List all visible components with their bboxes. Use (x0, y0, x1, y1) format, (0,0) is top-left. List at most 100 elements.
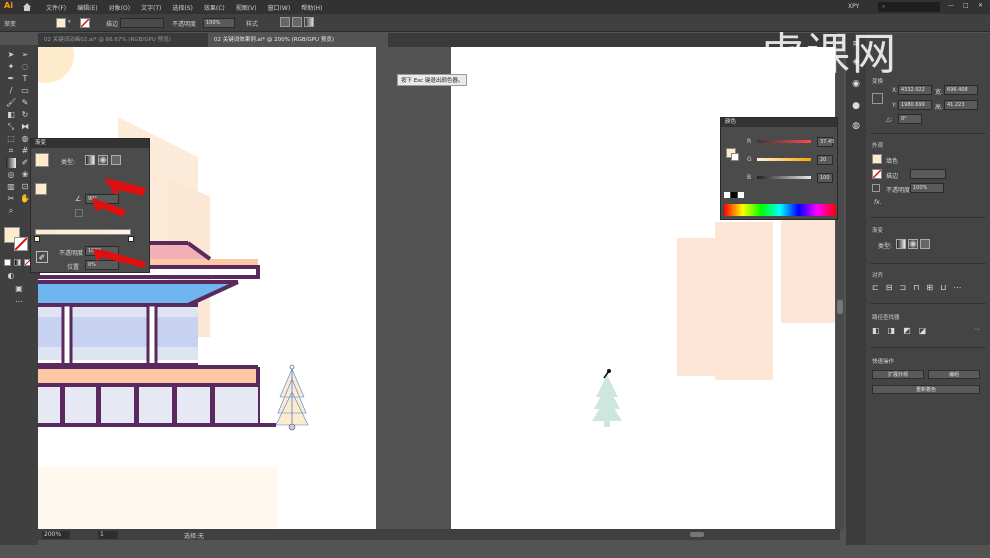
menu-view[interactable]: 视图(V) (236, 3, 257, 12)
selection-tool-icon[interactable]: ➤ (6, 50, 16, 60)
screen-mode-icon[interactable]: ▣ (14, 284, 24, 294)
align-left-icon[interactable]: ⊏ (872, 283, 879, 292)
height-field[interactable]: 41.223 (944, 100, 978, 110)
pathfinder-more-icon[interactable]: ⋯ (974, 326, 980, 333)
slice-tool-icon[interactable]: ✂ (6, 194, 16, 204)
color-guide-panel-icon[interactable]: ● (849, 99, 863, 113)
workspace-switcher[interactable]: XPY (848, 3, 859, 10)
gradient-mode-icon[interactable] (14, 259, 21, 266)
hand-tool-icon[interactable]: ✋ (20, 194, 30, 204)
intersect-icon[interactable]: ◩ (903, 326, 911, 335)
search-input[interactable]: ⌕ (878, 2, 940, 12)
freeform-gradient-button[interactable] (920, 239, 930, 249)
pen-tool-icon[interactable]: ✒ (6, 74, 16, 84)
width-tool-icon[interactable]: ⧓ (20, 122, 30, 132)
radial-gradient-button[interactable] (908, 239, 918, 249)
fill-stroke-swatch[interactable] (35, 183, 47, 195)
artboard-tool-icon[interactable]: ⊡ (20, 182, 30, 192)
minus-front-icon[interactable]: ◨ (888, 326, 896, 335)
gradient-angle-field[interactable]: 90° (85, 194, 119, 204)
chevron-down-icon[interactable]: ▾ (68, 19, 71, 25)
reference-point-icon[interactable] (872, 93, 883, 104)
white-color-swatch[interactable] (738, 192, 744, 198)
freeform-type-button[interactable] (111, 155, 121, 165)
b-value-field[interactable]: 100 (817, 173, 833, 183)
align-right-icon[interactable]: ⊐ (899, 283, 906, 292)
zoom-tool-icon[interactable]: ⌕ (6, 206, 16, 216)
x-field[interactable]: 4332.022 (898, 85, 932, 95)
color-spectrum[interactable] (724, 204, 836, 216)
align-center-h-icon[interactable]: ⊟ (886, 283, 893, 292)
menu-effect[interactable]: 效果(C) (204, 3, 225, 12)
fill-swatch[interactable] (56, 18, 66, 28)
linear-type-button[interactable] (85, 155, 95, 165)
gradient-stop-left[interactable] (34, 236, 40, 242)
r-value-field[interactable]: 37.45 (817, 137, 834, 147)
direct-selection-tool-icon[interactable]: ➢ (20, 50, 30, 60)
close-button[interactable]: ✕ (978, 2, 983, 9)
free-transform-icon[interactable]: ⬚ (6, 134, 16, 144)
appearance-panel-icon[interactable]: ◍ (849, 119, 863, 133)
menu-object[interactable]: 对象(O) (109, 3, 130, 12)
pencil-icon[interactable]: ✎ (20, 98, 30, 108)
gradient-icon[interactable] (304, 17, 314, 27)
color-stroke-swatch[interactable] (731, 153, 739, 161)
menu-file[interactable]: 文件(F) (46, 3, 66, 12)
more-tools-icon[interactable]: ⋯ (14, 297, 24, 307)
stroke-swatch[interactable] (80, 18, 90, 28)
radial-type-button[interactable] (98, 155, 108, 165)
eyedropper-icon[interactable]: ✐ (20, 158, 30, 168)
g-value-field[interactable]: 20 (817, 155, 833, 165)
stroke-color-box[interactable] (14, 237, 28, 251)
g-slider[interactable] (757, 158, 811, 161)
menu-help[interactable]: 帮助(H) (301, 3, 322, 12)
align-more-icon[interactable]: ⋯ (953, 283, 961, 292)
mesh-tool-icon[interactable]: # (20, 146, 30, 156)
gradient-stop-right[interactable] (128, 236, 134, 242)
tab-document-2[interactable]: 02 关键词效果例.ai* @ 200% (RGB/GPU 预览) (208, 33, 388, 47)
width-field[interactable]: 696.408 (944, 85, 978, 95)
menu-edit[interactable]: 编辑(E) (77, 3, 97, 12)
exclude-icon[interactable]: ◪ (919, 326, 927, 335)
stroke-weight-select[interactable] (910, 169, 946, 179)
tab-document-1[interactable]: 02 关键词动画02.ai* @ 66.67% (RGB/GPU 预览) (38, 33, 208, 47)
magic-wand-icon[interactable]: ✦ (6, 62, 16, 72)
gradient-slider-track[interactable] (35, 229, 131, 235)
eyedropper-icon[interactable]: ✐ (36, 251, 48, 263)
drawing-mode-icon[interactable]: ◐ (6, 271, 16, 281)
color-mode-icon[interactable] (4, 259, 11, 266)
black-color-swatch[interactable] (731, 192, 737, 198)
fx-button[interactable]: fx. (874, 199, 882, 206)
paintbrush-icon[interactable]: 🖌 (6, 98, 16, 108)
menu-select[interactable]: 选择(S) (172, 3, 193, 12)
appearance-fill-swatch[interactable] (872, 154, 882, 164)
expand-appearance-button[interactable]: 扩展外观 (872, 370, 924, 379)
y-field[interactable]: 1980.699 (898, 100, 932, 110)
eraser-icon[interactable]: ◧ (6, 110, 16, 120)
horizontal-scrollbar[interactable] (690, 532, 704, 537)
shape-builder-icon[interactable]: ◍ (20, 134, 30, 144)
unite-icon[interactable]: ◧ (872, 326, 880, 335)
graph-tool-icon[interactable]: ▥ (6, 182, 16, 192)
gradient-opacity-field[interactable]: 100% (85, 246, 119, 256)
scale-tool-icon[interactable]: ⤡ (6, 122, 16, 132)
stroke-weight-field[interactable] (120, 18, 164, 28)
rotate-tool-icon[interactable]: ↻ (20, 110, 30, 120)
linear-gradient-button[interactable] (896, 239, 906, 249)
selected-tree[interactable] (275, 364, 309, 431)
blend-tool-icon[interactable]: ◎ (6, 170, 16, 180)
page-number[interactable]: 1 (98, 531, 118, 539)
home-icon[interactable] (22, 2, 32, 12)
gradient-tool-icon[interactable] (6, 158, 16, 168)
menu-type[interactable]: 文字(T) (141, 3, 161, 12)
gradient-location-field[interactable]: 0% (85, 260, 119, 270)
b-slider[interactable] (757, 176, 811, 179)
none-color-swatch[interactable] (724, 192, 730, 198)
opacity-field[interactable]: 100% (203, 18, 235, 28)
rectangle-tool-icon[interactable]: ▭ (20, 86, 30, 96)
menu-window[interactable]: 窗口(W) (268, 3, 291, 12)
perspective-grid-icon[interactable]: ⌗ (6, 146, 16, 156)
artboard-left[interactable] (38, 47, 376, 529)
lasso-icon[interactable]: ◌ (20, 62, 30, 72)
recolor-button[interactable]: 重新着色 (872, 385, 980, 394)
